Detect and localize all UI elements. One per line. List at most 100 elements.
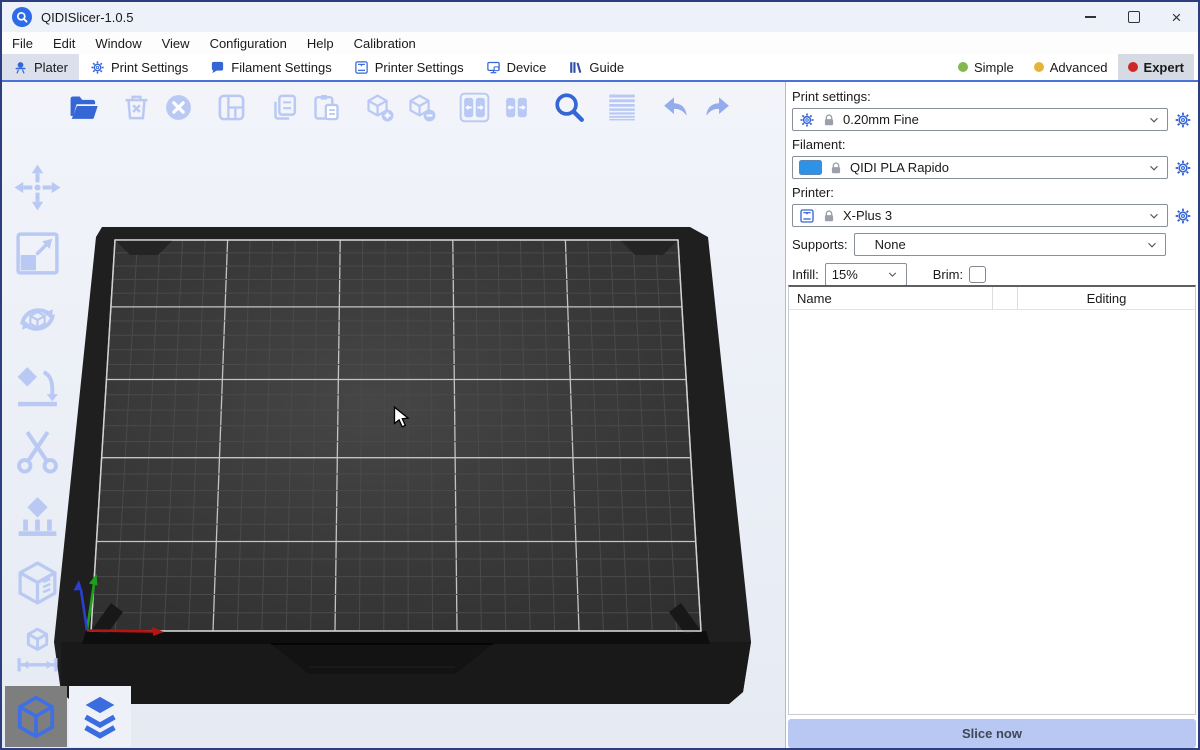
paste-button[interactable] [309,88,343,126]
x-axis [87,631,154,632]
tab-bar: Plater Print Settings Filament Settings … [2,54,1198,82]
menu-calibration[interactable]: Calibration [344,32,426,54]
copy-button[interactable] [267,88,301,126]
object-list: Name Editing [788,285,1196,715]
minimize-icon [1085,16,1096,18]
top-toolbar [66,88,742,126]
print-settings-value: 0.20mm Fine [843,112,919,127]
maximize-icon [1128,11,1140,23]
close-icon: × [1172,9,1182,26]
viewport-3d[interactable] [2,82,785,748]
chevron-down-icon [1145,238,1159,252]
delete-button[interactable] [119,88,153,126]
scale-button[interactable] [8,227,66,280]
menu-window[interactable]: Window [85,32,151,54]
chevron-down-icon [1147,161,1161,175]
mode-switcher: Simple Advanced Expert [948,54,1194,80]
tab-device[interactable]: Device [475,54,558,80]
expert-dot-icon [1128,62,1138,72]
seam-painting-button[interactable] [8,557,66,610]
gear-icon [799,112,815,128]
guide-books-icon [568,60,583,75]
brim-label: Brim: [933,267,963,282]
mode-advanced[interactable]: Advanced [1024,54,1118,80]
minimize-button[interactable] [1069,2,1112,32]
brim-checkbox[interactable] [969,266,986,283]
filament-label: Filament: [792,137,1194,152]
cube-icon [13,694,59,740]
move-button[interactable] [8,161,66,214]
tab-printer-settings[interactable]: Printer Settings [343,54,475,80]
edit-print-settings-button[interactable] [1174,111,1192,129]
tab-plater[interactable]: Plater [2,54,79,80]
filament-value: QIDI PLA Rapido [850,160,949,175]
print-settings-select[interactable]: 0.20mm Fine [792,108,1168,131]
column-extruder [993,287,1018,309]
app-logo-icon [12,7,32,27]
lock-icon [822,209,836,223]
printer-label: Printer: [792,185,1194,200]
split-objects-button[interactable] [457,88,491,126]
delete-all-button[interactable] [161,88,195,126]
app-window: QIDISlicer-1.0.5 × File Edit Window View… [0,0,1200,750]
side-panel: Print settings: 0.20mm Fine Filament: [785,82,1198,748]
filament-icon [210,60,225,75]
redo-button[interactable] [700,88,734,126]
mode-expert[interactable]: Expert [1118,54,1194,80]
add-instance-button[interactable] [362,88,396,126]
remove-instance-button[interactable] [404,88,438,126]
supports-select[interactable]: None [854,233,1166,256]
open-project-button[interactable] [66,88,100,126]
menu-help[interactable]: Help [297,32,344,54]
layers-stack-icon [77,694,123,740]
lock-icon [822,113,836,127]
plater-icon [13,60,28,75]
cut-button[interactable] [8,425,66,478]
view-switcher [5,686,131,747]
filament-select[interactable]: QIDI PLA Rapido [792,156,1168,179]
printer-icon [354,60,369,75]
place-on-face-button[interactable] [8,359,66,412]
tab-guide[interactable]: Guide [557,54,635,80]
menu-configuration[interactable]: Configuration [200,32,297,54]
infill-value: 15% [832,267,858,282]
chevron-down-icon [1147,209,1161,223]
menu-file[interactable]: File [2,32,43,54]
menu-edit[interactable]: Edit [43,32,85,54]
printer-icon [799,208,815,224]
measure-button[interactable] [8,623,66,676]
printer-select[interactable]: X-Plus 3 [792,204,1168,227]
close-button[interactable]: × [1155,2,1198,32]
infill-label: Infill: [792,267,819,282]
split-parts-button[interactable] [499,88,533,126]
title-bar: QIDISlicer-1.0.5 × [2,2,1198,32]
printer-value: X-Plus 3 [843,208,892,223]
3d-editor-view-button[interactable] [5,686,67,747]
bed-handle-notch [271,644,493,674]
menu-view[interactable]: View [152,32,200,54]
slice-now-button[interactable]: Slice now [788,719,1196,748]
filament-color-swatch [799,160,822,175]
mode-simple[interactable]: Simple [948,54,1024,80]
edit-filament-button[interactable] [1174,159,1192,177]
variable-layer-height-button[interactable] [605,88,639,126]
menu-bar: File Edit Window View Configuration Help… [2,32,1198,54]
object-list-header: Name Editing [789,287,1195,310]
infill-select[interactable]: 15% [825,263,907,286]
search-button[interactable] [552,88,586,126]
arrange-button[interactable] [214,88,248,126]
undo-button[interactable] [658,88,692,126]
device-icon [486,60,501,75]
preview-view-button[interactable] [69,686,131,747]
tab-filament-settings[interactable]: Filament Settings [199,54,342,80]
print-bed [42,212,762,722]
column-editing: Editing [1018,287,1195,309]
edit-printer-button[interactable] [1174,207,1192,225]
maximize-button[interactable] [1112,2,1155,32]
rotate-button[interactable] [8,293,66,346]
gear-icon [90,60,105,75]
chevron-down-icon [886,268,900,282]
paint-supports-button[interactable] [8,491,66,544]
tab-print-settings[interactable]: Print Settings [79,54,199,80]
supports-value: None [875,237,906,252]
